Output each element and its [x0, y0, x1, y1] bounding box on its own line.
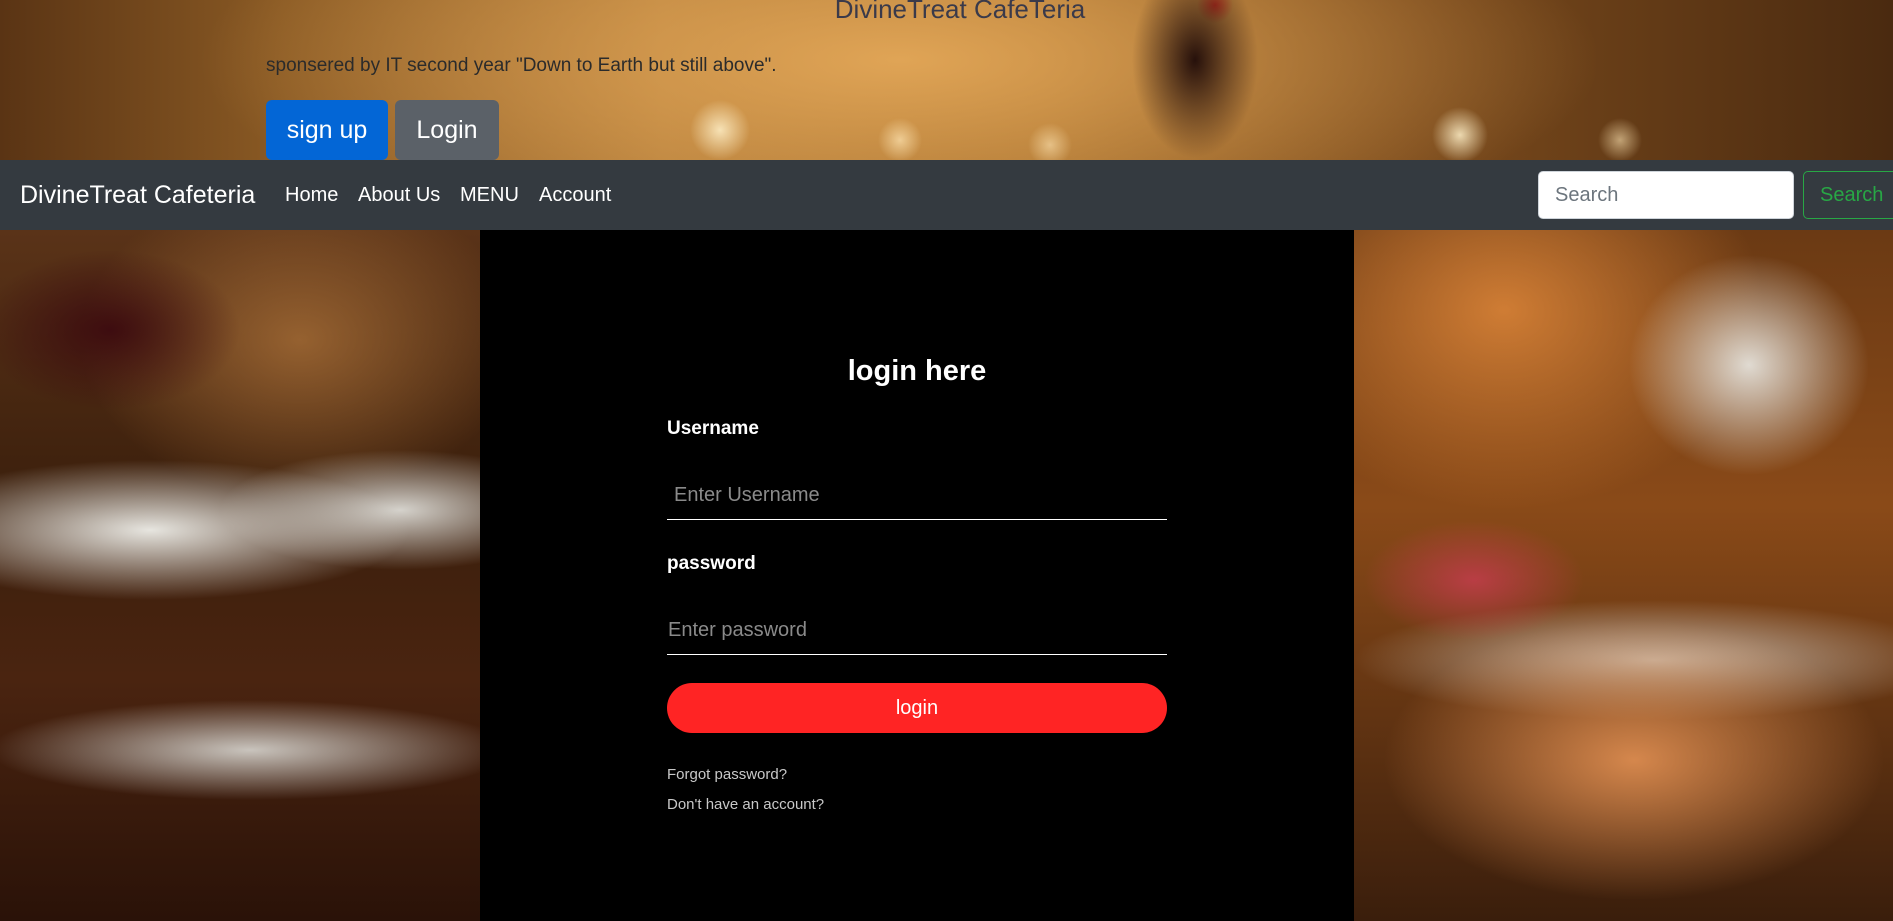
search-input[interactable] — [1538, 171, 1794, 219]
nav-link-menu[interactable]: MENU — [460, 184, 519, 207]
nav-link-home[interactable]: Home — [285, 184, 338, 207]
no-account-link[interactable]: Don't have an account? — [667, 796, 824, 813]
password-field[interactable] — [667, 607, 1167, 655]
background-right-dining-image — [1354, 230, 1893, 921]
hero-title: DivineTreat CafeTeria — [834, 0, 1086, 24]
forgot-password-link[interactable]: Forgot password? — [667, 766, 787, 783]
login-submit-button[interactable]: login — [667, 683, 1167, 733]
hero-subtitle: sponsered by IT second year "Down to Ear… — [266, 55, 777, 76]
signup-button[interactable]: sign up — [266, 100, 388, 160]
navbar-brand[interactable]: DivineTreat Cafeteria — [20, 181, 255, 210]
username-label: Username — [667, 418, 759, 439]
password-label: password — [667, 553, 756, 574]
navbar: DivineTreat Cafeteria Home About Us MENU… — [0, 160, 1893, 230]
login-nav-button[interactable]: Login — [395, 100, 499, 160]
hero-banner: DivineTreat CafeTeria sponsered by IT se… — [0, 0, 1893, 160]
login-panel: login here Username password login Forgo… — [480, 230, 1354, 921]
nav-link-account[interactable]: Account — [539, 184, 611, 207]
nav-link-about-us[interactable]: About Us — [358, 184, 440, 207]
search-button[interactable]: Search — [1803, 171, 1893, 219]
username-field[interactable] — [667, 472, 1167, 520]
login-title: login here — [847, 355, 987, 387]
background-left-dining-image — [0, 230, 480, 921]
